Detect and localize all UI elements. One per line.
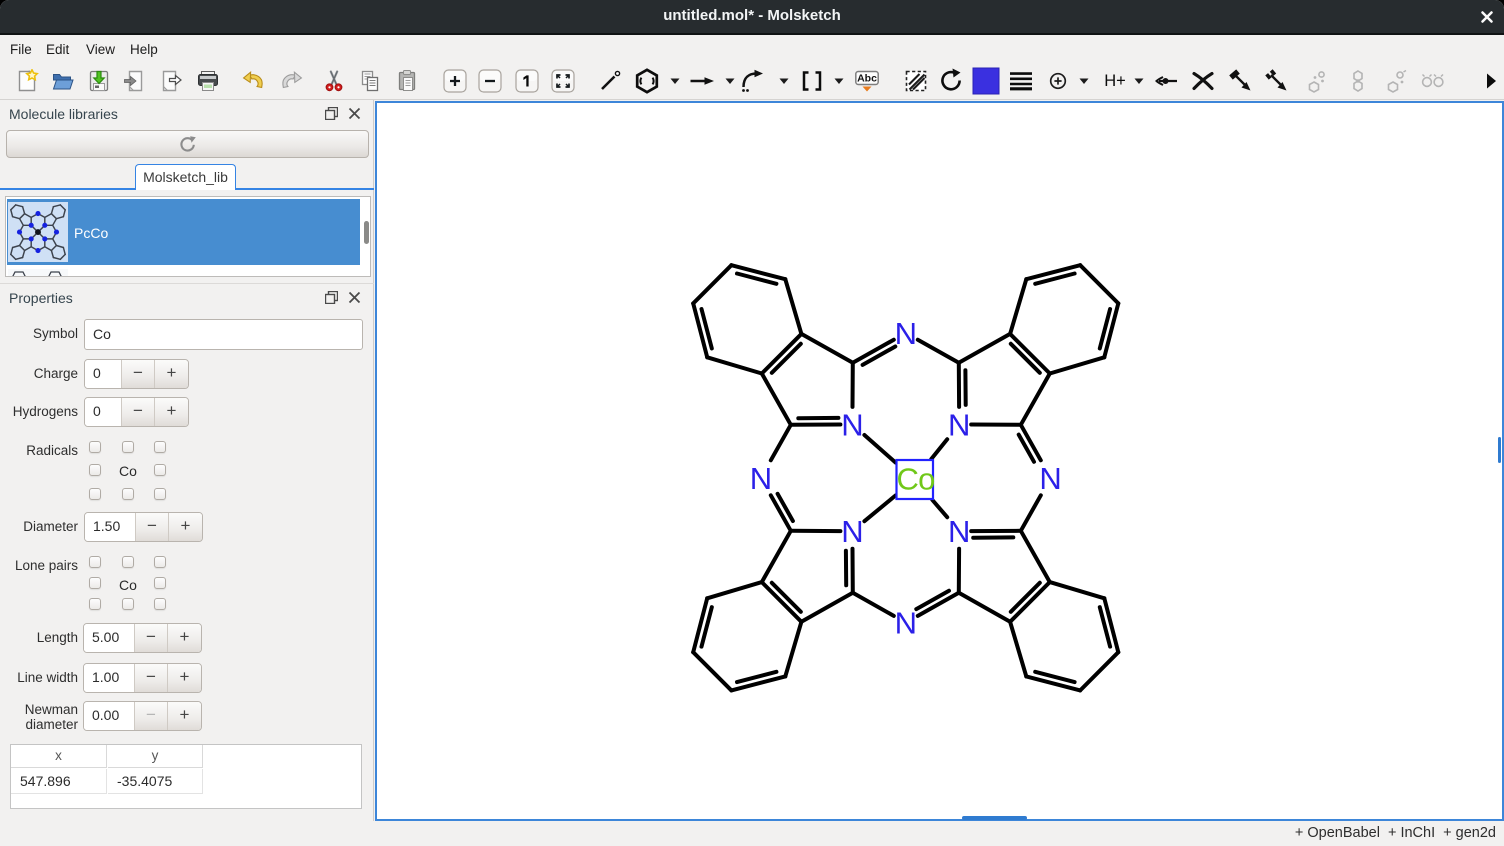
svg-text:N: N	[841, 407, 863, 442]
svg-text:H+: H+	[1104, 72, 1126, 90]
svg-text:N: N	[895, 316, 917, 351]
svg-text:Abc: Abc	[857, 73, 877, 85]
svg-text:N: N	[948, 407, 970, 442]
svg-text:N: N	[1039, 461, 1061, 496]
svg-text:N: N	[841, 514, 863, 549]
svg-text:Co: Co	[896, 461, 934, 496]
svg-text:N: N	[750, 461, 772, 496]
svg-text:N: N	[895, 606, 917, 641]
svg-text:N: N	[948, 514, 970, 549]
